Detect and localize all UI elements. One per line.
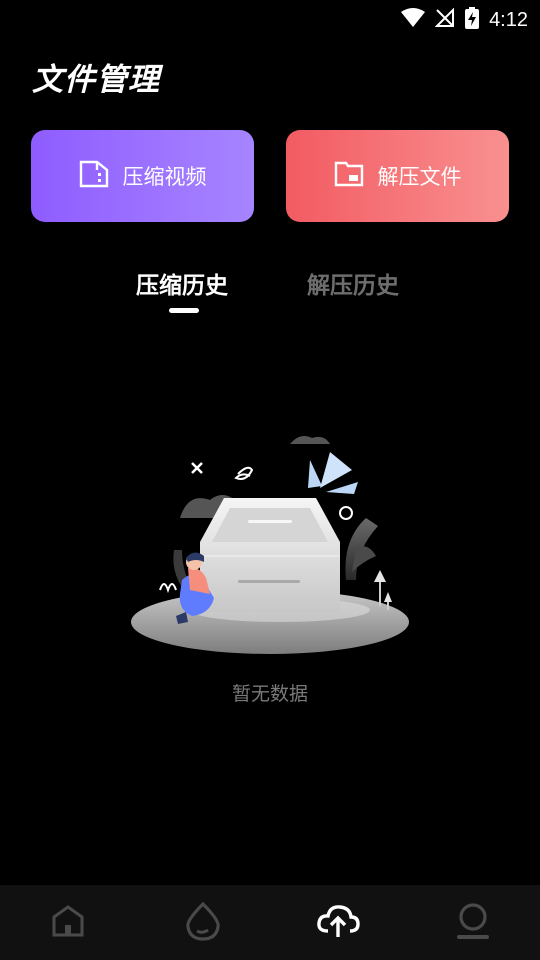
- cloud-upload-icon: [316, 903, 360, 943]
- status-bar: 4:12: [0, 0, 540, 36]
- compress-video-button[interactable]: 压缩视频: [31, 130, 254, 222]
- battery-charging-icon: [465, 7, 480, 33]
- wifi-icon: [401, 8, 426, 32]
- nav-item-upload[interactable]: [270, 885, 405, 960]
- empty-state-message: 暂无数据: [231, 683, 308, 705]
- home-icon: [51, 904, 85, 941]
- no-signal-icon: [434, 7, 455, 32]
- nav-item-drop[interactable]: [135, 885, 270, 960]
- drop-icon: [184, 901, 222, 945]
- extract-files-label: 解压文件: [377, 165, 462, 189]
- video-file-icon: [79, 160, 109, 193]
- tab-active-indicator: [169, 308, 199, 313]
- tab-compress-history[interactable]: 压缩历史: [136, 266, 228, 300]
- history-tabs: 压缩历史 解压历史: [0, 266, 540, 316]
- profile-icon: [454, 902, 492, 944]
- nav-item-home[interactable]: [0, 885, 135, 960]
- folder-icon: [334, 161, 364, 192]
- status-time: 4:12: [489, 8, 528, 31]
- bottom-nav: [0, 885, 540, 960]
- page-title: 文件管理: [32, 62, 160, 98]
- empty-state-illustration: [130, 430, 412, 660]
- compress-video-label: 压缩视频: [122, 165, 207, 189]
- tab-extract-history[interactable]: 解压历史: [307, 266, 399, 300]
- extract-files-button[interactable]: 解压文件: [286, 130, 509, 222]
- nav-item-profile[interactable]: [405, 885, 540, 960]
